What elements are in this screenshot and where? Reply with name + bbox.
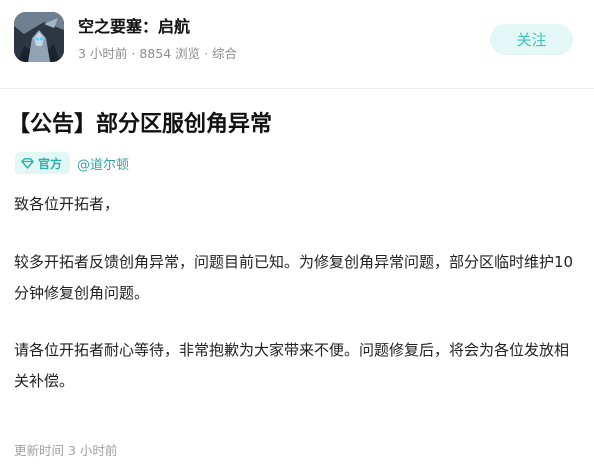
post-paragraph: 请各位开拓者耐心等待，非常抱歉为大家带来不便。问题修复后，将会为各位发放相关补偿… (14, 341, 570, 390)
diamond-icon (21, 157, 34, 169)
avatar-image (14, 12, 64, 62)
updated-time: 更新时间 3 小时前 (14, 443, 118, 458)
post-title: 【公告】部分区服创角异常 (8, 112, 273, 137)
author-name[interactable]: 空之要塞：启航 (78, 13, 190, 37)
post-header: 空之要塞：启航 3 小时前 · 8854 浏览 · 综合 关注 (0, 0, 594, 80)
official-tag: 官方 (15, 152, 71, 174)
avatar[interactable] (14, 12, 64, 62)
post-paragraph: 致各位开拓者， (14, 195, 120, 213)
follow-button[interactable]: 关注 (490, 24, 573, 55)
mention-link[interactable]: @道尔顿 (77, 154, 129, 173)
official-tag-label: 官方 (38, 156, 63, 171)
post-paragraph: 较多开拓者反馈创角异常，问题目前已知。为修复创角异常问题，部分区临时维护10分钟… (14, 253, 574, 302)
post-meta: 3 小时前 · 8854 浏览 · 综合 (78, 46, 238, 61)
header-divider (0, 88, 594, 89)
